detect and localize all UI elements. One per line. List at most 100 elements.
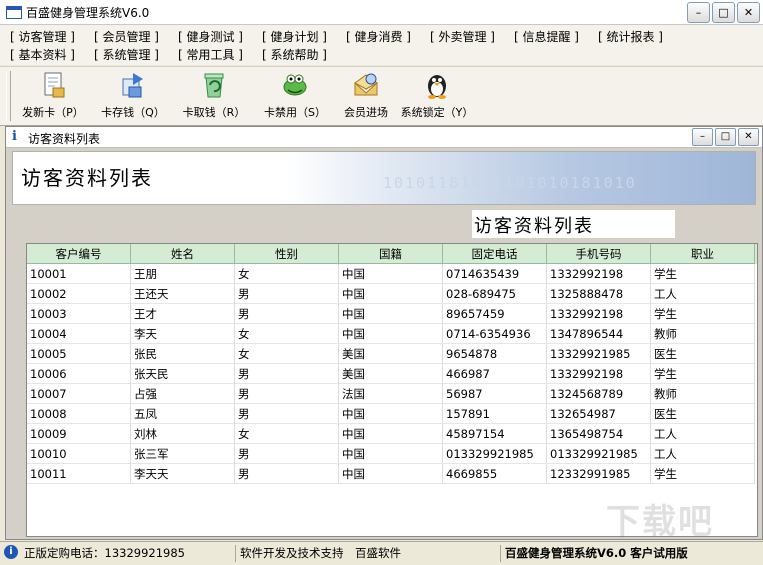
menu-basic-data[interactable]: [ 基本资料 ] bbox=[10, 46, 94, 64]
table-cell: 五凤 bbox=[131, 404, 235, 424]
table-cell: 王才 bbox=[131, 304, 235, 324]
table-cell: 男 bbox=[235, 444, 339, 464]
child-window-title: 访客资料列表 bbox=[28, 132, 101, 146]
menu-fitness-consumption[interactable]: [ 健身消费 ] bbox=[346, 28, 430, 46]
list-subtitle-text: 访客资料列表 bbox=[474, 216, 594, 237]
table-cell: 56987 bbox=[443, 384, 547, 404]
table-row[interactable]: 10007 占强男法国 56987 1324568789 教师 bbox=[27, 384, 757, 404]
maximize-button[interactable]: □ bbox=[712, 2, 735, 23]
column-header[interactable]: 性别 bbox=[235, 244, 339, 264]
child-maximize-button[interactable]: □ bbox=[715, 128, 736, 146]
close-button[interactable]: ✕ bbox=[737, 2, 760, 23]
table-row[interactable]: 10005 张民女美国 9654878 13329921985 医生 bbox=[27, 344, 757, 364]
table-cell: 中国 bbox=[339, 324, 443, 344]
minimize-button[interactable]: – bbox=[687, 2, 710, 23]
status-bar: i 正版定购电话：13329921985 软件开发及技术支持 百盛软件 百盛健身… bbox=[0, 541, 763, 565]
table-cell: 10001 bbox=[27, 264, 131, 284]
table-cell: 1347896544 bbox=[547, 324, 651, 344]
table-row[interactable]: 10010 张三军男中国 013329921985 013329921985 工人 bbox=[27, 444, 757, 464]
column-header[interactable]: 职业 bbox=[651, 244, 755, 264]
column-header[interactable]: 姓名 bbox=[131, 244, 235, 264]
table-cell: 男 bbox=[235, 404, 339, 424]
table-cell: 王还天 bbox=[131, 284, 235, 304]
menu-takeout-management[interactable]: [ 外卖管理 ] bbox=[430, 28, 514, 46]
table-cell: 132654987 bbox=[547, 404, 651, 424]
menu-fitness-plan[interactable]: [ 健身计划 ] bbox=[262, 28, 346, 46]
column-header[interactable]: 客户编号 bbox=[27, 244, 131, 264]
menu-member-management[interactable]: [ 会员管理 ] bbox=[94, 28, 178, 46]
table-row[interactable]: 10003 王才男中国 89657459 1332992198 学生 bbox=[27, 304, 757, 324]
deposit-icon bbox=[119, 71, 147, 99]
column-header[interactable]: 手机号码 bbox=[547, 244, 651, 264]
table-cell: 学生 bbox=[651, 464, 755, 484]
system-lock-button[interactable]: 系统锁定（Y） bbox=[397, 71, 477, 123]
table-cell: 男 bbox=[235, 364, 339, 384]
menu-fitness-test[interactable]: [ 健身测试 ] bbox=[178, 28, 262, 46]
table-cell: 男 bbox=[235, 464, 339, 484]
table-cell: 法国 bbox=[339, 384, 443, 404]
table-cell: 1332992198 bbox=[547, 264, 651, 284]
table-cell: 女 bbox=[235, 324, 339, 344]
child-close-button[interactable]: ✕ bbox=[738, 128, 759, 146]
table-cell: 0714635439 bbox=[443, 264, 547, 284]
table-row[interactable]: 10002 王还天男中国 028-689475 1325888478 工人 bbox=[27, 284, 757, 304]
menu-row-1: [ 访客管理 ] [ 会员管理 ] [ 健身测试 ] [ 健身计划 ] [ 健身… bbox=[10, 28, 682, 46]
menu-visitor-management[interactable]: [ 访客管理 ] bbox=[10, 28, 94, 46]
table-row[interactable]: 10011 李天天男中国 4669855 12332991985 学生 bbox=[27, 464, 757, 484]
table-cell: 13329921985 bbox=[547, 344, 651, 364]
table-row[interactable]: 10004 李天女中国 0714-6354936 1347896544 教师 bbox=[27, 324, 757, 344]
disable-card-button[interactable]: 卡禁用（S） bbox=[256, 71, 334, 123]
toolbar: 发新卡（P） 卡存钱（Q） 卡取钱（R） 卡禁用（S） 会员进场 系统锁定（Y） bbox=[0, 66, 763, 126]
table-cell: 466987 bbox=[443, 364, 547, 384]
new-card-label: 发新卡（P） bbox=[22, 106, 84, 119]
table-row[interactable]: 10001 王朋女中国 0714635439 1332992198 学生 bbox=[27, 264, 757, 284]
table-cell: 女 bbox=[235, 424, 339, 444]
child-minimize-button[interactable]: – bbox=[692, 128, 713, 146]
table-cell: 工人 bbox=[651, 444, 755, 464]
column-header[interactable]: 国籍 bbox=[339, 244, 443, 264]
table-cell: 1324568789 bbox=[547, 384, 651, 404]
table-cell: 张民 bbox=[131, 344, 235, 364]
table-cell: 工人 bbox=[651, 424, 755, 444]
table-cell: 李天天 bbox=[131, 464, 235, 484]
deposit-button[interactable]: 卡存钱（Q） bbox=[94, 71, 172, 123]
table-cell: 中国 bbox=[339, 404, 443, 424]
header-banner: 访客资料列表 10101181018101010181010 bbox=[12, 151, 756, 205]
table-cell: 10008 bbox=[27, 404, 131, 424]
menu-system-management[interactable]: [ 系统管理 ] bbox=[94, 46, 178, 64]
table-cell: 女 bbox=[235, 344, 339, 364]
table-row[interactable]: 10008 五凤男中国 157891 132654987 医生 bbox=[27, 404, 757, 424]
disable-card-label: 卡禁用（S） bbox=[264, 106, 326, 119]
withdraw-icon bbox=[200, 71, 228, 99]
child-window-controls: – □ ✕ bbox=[692, 128, 759, 146]
table-cell: 10002 bbox=[27, 284, 131, 304]
table-cell: 中国 bbox=[339, 264, 443, 284]
status-phone: 正版定购电话：13329921985 bbox=[24, 546, 185, 560]
new-card-button[interactable]: 发新卡（P） bbox=[14, 71, 92, 123]
table-row[interactable]: 10009 刘林女中国 45897154 1365498754 工人 bbox=[27, 424, 757, 444]
table-cell: 学生 bbox=[651, 304, 755, 324]
toolbar-grip[interactable] bbox=[6, 71, 11, 121]
menu-info-reminder[interactable]: [ 信息提醒 ] bbox=[514, 28, 598, 46]
menu-system-help[interactable]: [ 系统帮助 ] bbox=[262, 46, 346, 64]
window-controls: – □ ✕ bbox=[687, 2, 760, 23]
deposit-label: 卡存钱（Q） bbox=[101, 106, 165, 119]
table-cell: 89657459 bbox=[443, 304, 547, 324]
table-cell: 张三军 bbox=[131, 444, 235, 464]
table-cell: 男 bbox=[235, 384, 339, 404]
list-subtitle: 访客资料列表 bbox=[472, 210, 675, 238]
visitor-table[interactable]: 客户编号 姓名 性别 国籍 固定电话 手机号码 职业 10001 王朋女中国 071… bbox=[26, 243, 758, 537]
table-cell: 美国 bbox=[339, 364, 443, 384]
table-row[interactable]: 10006 张天民男美国 466987 1332992198 学生 bbox=[27, 364, 757, 384]
column-header[interactable]: 固定电话 bbox=[443, 244, 547, 264]
table-cell: 中国 bbox=[339, 284, 443, 304]
table-cell: 10005 bbox=[27, 344, 131, 364]
withdraw-button[interactable]: 卡取钱（R） bbox=[175, 71, 253, 123]
table-cell: 10006 bbox=[27, 364, 131, 384]
menu-statistics-report[interactable]: [ 统计报表 ] bbox=[598, 28, 682, 46]
table-cell: 占强 bbox=[131, 384, 235, 404]
menu-common-tools[interactable]: [ 常用工具 ] bbox=[178, 46, 262, 64]
table-cell: 10010 bbox=[27, 444, 131, 464]
new-card-icon bbox=[39, 71, 67, 99]
member-entry-button[interactable]: 会员进场 bbox=[338, 71, 394, 123]
